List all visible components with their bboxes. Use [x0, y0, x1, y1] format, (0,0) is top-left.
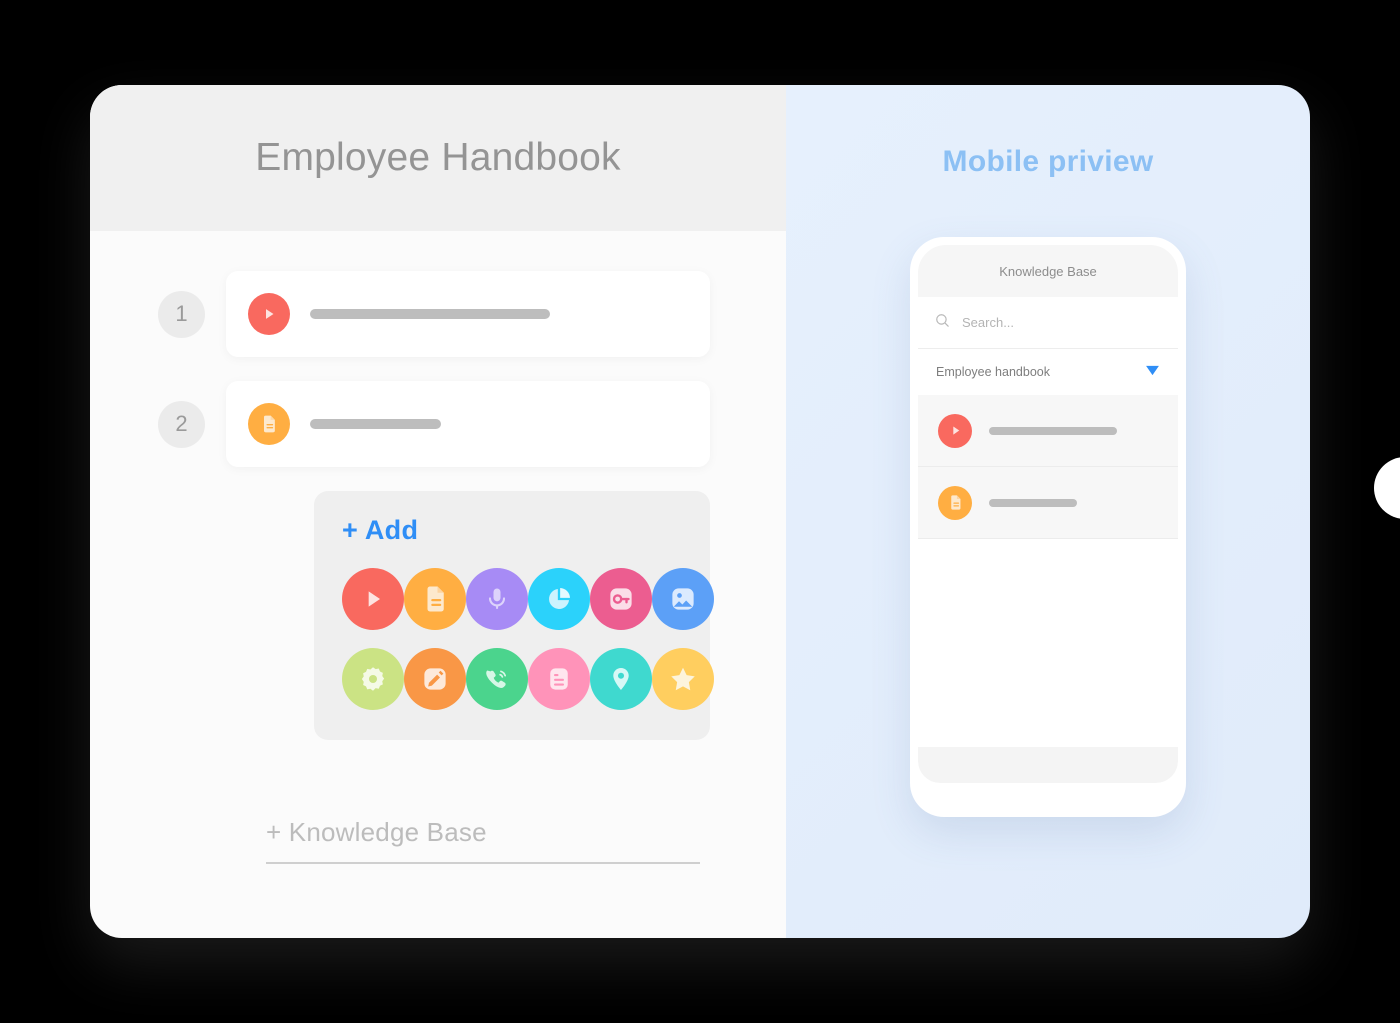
add-knowledge-base-label: + Knowledge Base: [266, 817, 487, 847]
section-header-employee-handbook[interactable]: Employee handbook: [918, 349, 1178, 395]
list-item[interactable]: [918, 467, 1178, 539]
row-placeholder-bar: [310, 309, 550, 319]
content-row[interactable]: 2: [158, 381, 710, 467]
row-card[interactable]: [226, 271, 710, 357]
list-item[interactable]: [918, 395, 1178, 467]
play-icon[interactable]: [248, 293, 290, 335]
list-item-placeholder-bar: [989, 498, 1077, 507]
form-icon[interactable]: [528, 648, 590, 710]
page-title: Employee Handbook: [255, 136, 621, 179]
add-knowledge-base-field[interactable]: + Knowledge Base: [266, 817, 700, 864]
edge-handle-knob[interactable]: [1374, 457, 1400, 519]
phone-icon[interactable]: [466, 648, 528, 710]
play-icon[interactable]: [342, 568, 404, 630]
document-icon[interactable]: [248, 403, 290, 445]
gear-icon[interactable]: [342, 648, 404, 710]
list-item-placeholder-bar: [989, 426, 1117, 435]
key-icon[interactable]: [590, 568, 652, 630]
row-placeholder-bar: [310, 419, 441, 429]
block-type-grid: [342, 568, 714, 710]
add-block-panel: + Add: [314, 491, 714, 740]
editor-header: Employee Handbook: [90, 85, 786, 231]
row-number-badge: 2: [158, 400, 205, 448]
add-knowledge-base-underline: [266, 862, 700, 864]
screen-background: Employee Handbook 1 2 + Add + Knowledge …: [0, 0, 1400, 1023]
content-row-list: 1 2: [90, 271, 786, 467]
search-input[interactable]: Search...: [918, 297, 1178, 349]
phone-topbar-title: Knowledge Base: [999, 263, 1097, 279]
document-icon[interactable]: [404, 568, 466, 630]
chevron-down-icon[interactable]: [1145, 363, 1160, 381]
phone-topbar: Knowledge Base: [918, 245, 1178, 297]
preview-title: Mobile priview: [942, 145, 1154, 178]
search-placeholder: Search...: [962, 315, 1015, 330]
mobile-preview-panel: Mobile priview Knowledge Base Search... …: [786, 85, 1310, 938]
content-row[interactable]: 1: [158, 271, 710, 357]
add-button[interactable]: + Add: [342, 515, 682, 546]
phone-mockup: Knowledge Base Search... Employee handbo: [910, 237, 1186, 817]
play-icon[interactable]: [938, 413, 972, 448]
editor-body: 1 2 + Add + Knowledge Base: [90, 231, 786, 938]
microphone-icon[interactable]: [466, 568, 528, 630]
section-label: Employee handbook: [936, 365, 1050, 379]
image-icon[interactable]: [652, 568, 714, 630]
phone-content-empty-area: [918, 539, 1178, 747]
pie-chart-icon[interactable]: [528, 568, 590, 630]
document-icon[interactable]: [938, 485, 972, 520]
star-icon[interactable]: [652, 648, 714, 710]
location-pin-icon[interactable]: [590, 648, 652, 710]
editor-panel: Employee Handbook 1 2 + Add + Knowledge …: [90, 85, 786, 938]
app-card: Employee Handbook 1 2 + Add + Knowledge …: [90, 85, 1310, 938]
pencil-icon[interactable]: [404, 648, 466, 710]
phone-bottom-bar: [918, 747, 1178, 783]
phone-screen: Knowledge Base Search... Employee handbo: [918, 245, 1178, 783]
row-number-badge: 1: [158, 290, 205, 338]
search-icon: [934, 312, 951, 334]
row-card[interactable]: [226, 381, 710, 467]
